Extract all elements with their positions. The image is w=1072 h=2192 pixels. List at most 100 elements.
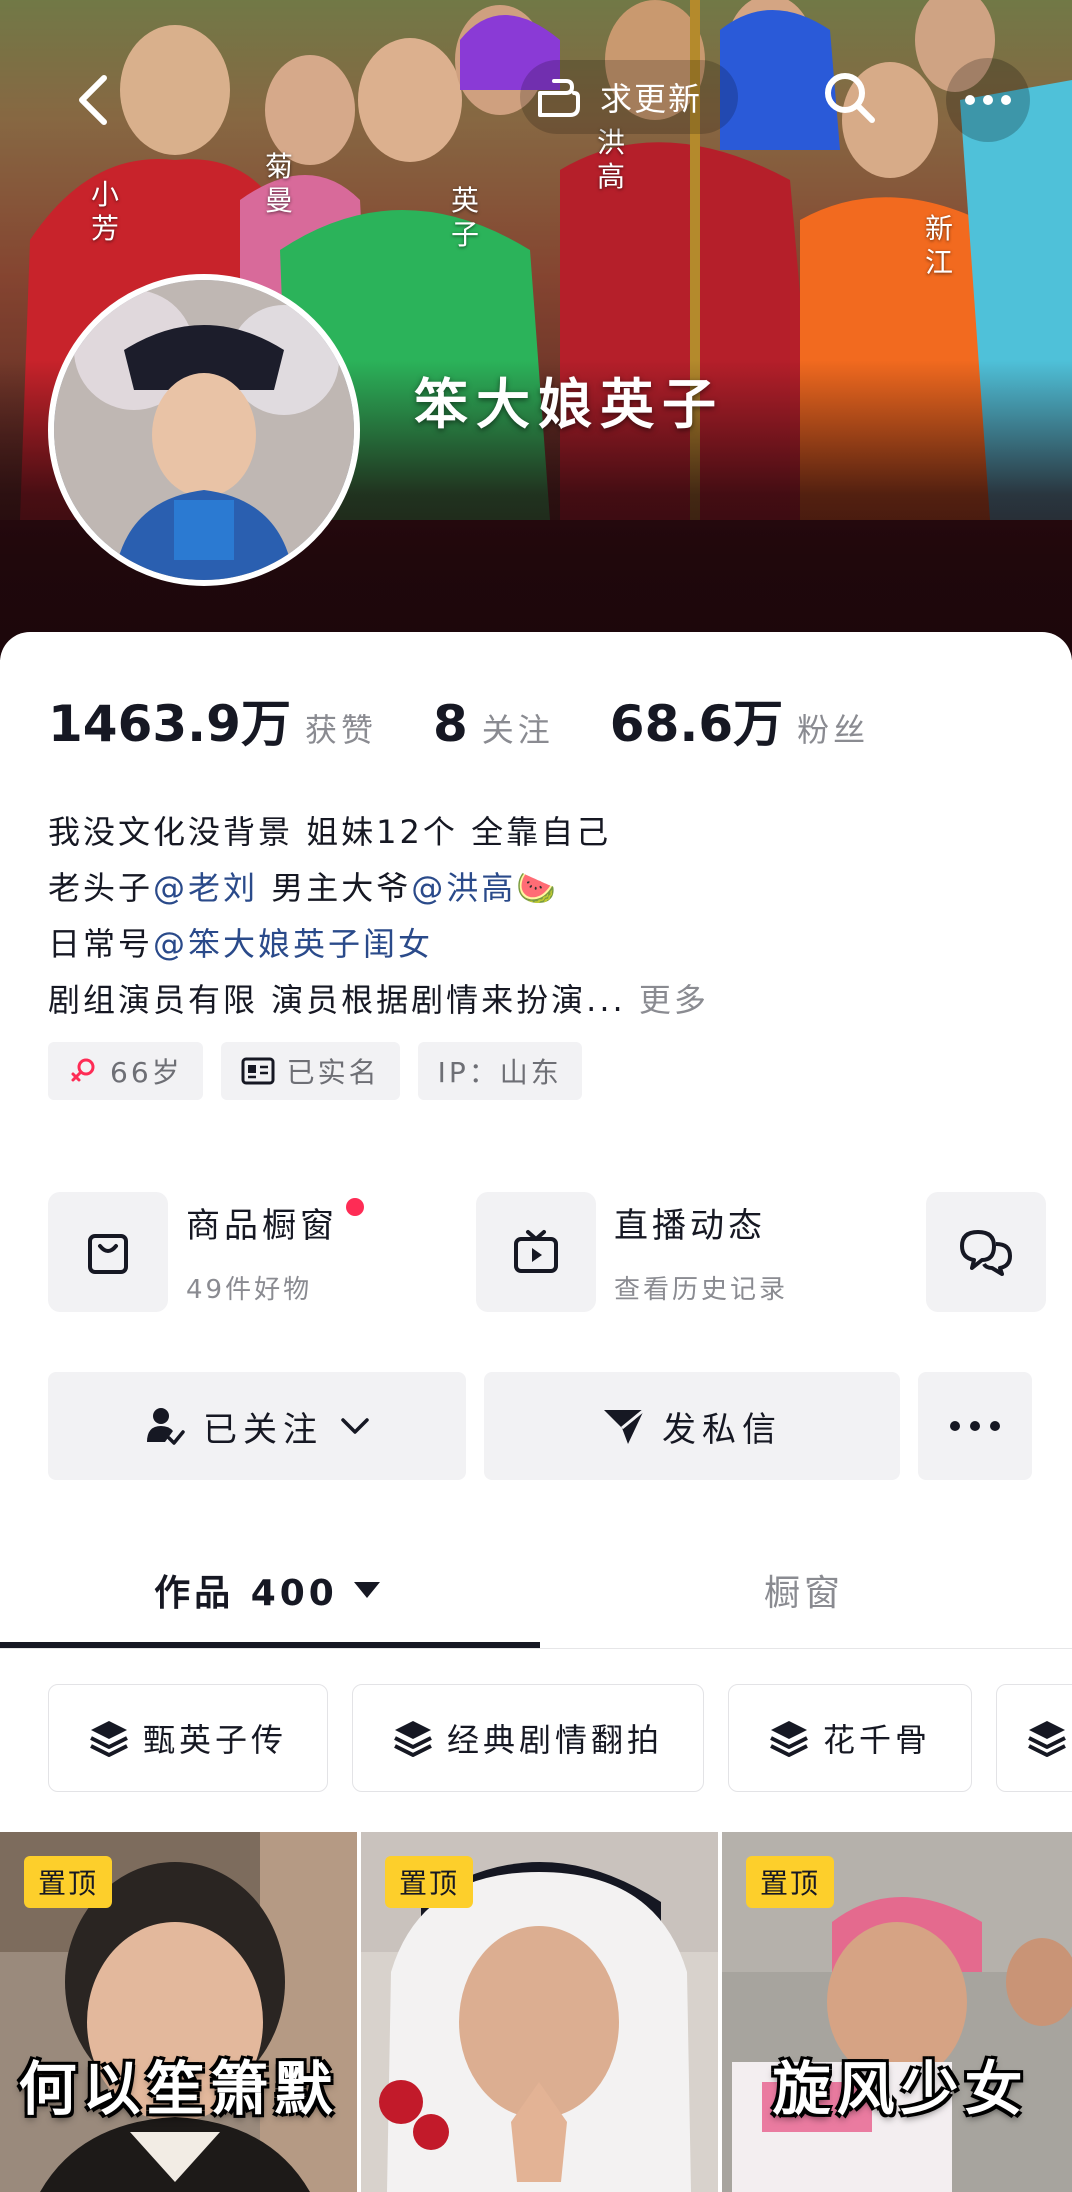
chevron-left-icon: [79, 75, 107, 125]
live-title: 直播动态: [614, 1206, 766, 1246]
shop-icon-box: [48, 1192, 168, 1312]
shop-subtitle: 49件好物: [186, 1275, 313, 1305]
following-label[interactable]: 关注: [482, 705, 554, 751]
caret-down-icon: [353, 1582, 380, 1598]
avatar[interactable]: [48, 274, 360, 586]
back-button[interactable]: [70, 70, 120, 130]
more-actions-button[interactable]: [918, 1372, 1032, 1480]
bio-text: 男主大爷: [258, 869, 412, 907]
nickname: 笨大娘英子: [414, 373, 724, 436]
age-tag: 66岁: [48, 1042, 203, 1100]
followers-label[interactable]: 粉丝: [797, 705, 869, 751]
chevron-down-icon: [341, 1418, 369, 1434]
content-tabs: 作品 400 橱窗: [0, 1532, 1072, 1652]
request-update-label: 求更新: [600, 80, 703, 118]
collection-label: 经典剧情翻拍: [447, 1721, 664, 1759]
mention-link[interactable]: @笨大娘英子闺女: [153, 925, 433, 963]
mention-link[interactable]: @洪高: [411, 869, 516, 907]
video-thumbnail[interactable]: 置顶 何以笙箫默: [0, 1832, 357, 2192]
cover-label: 小芳: [90, 178, 119, 245]
layers-icon: [90, 1721, 128, 1757]
age-text: 66岁: [110, 1056, 183, 1089]
live-text: 直播动态 查看历史记录: [614, 1198, 788, 1306]
collection-label: 甄英子传: [143, 1721, 288, 1759]
verified-tag: 已实名: [220, 1042, 400, 1100]
divider: [0, 1648, 1072, 1649]
shop-text: 商品橱窗 49件好物: [186, 1198, 364, 1306]
profile-card: 1463.9万 获赞 8 关注 68.6万 粉丝 我没文化没背景 姐妹12个 全…: [0, 632, 1072, 2192]
search-icon: [825, 73, 875, 123]
bio: 我没文化没背景 姐妹12个 全靠自己 老头子@老刘 男主大爷@洪高🍉 日常号@笨…: [48, 804, 709, 1028]
pinned-badge: 置顶: [24, 1856, 113, 1908]
video-thumbnail[interactable]: 置顶 旋风少女: [722, 1832, 1072, 2192]
bio-line: 剧组演员有限 演员根据剧情来扮演... 更多: [48, 972, 709, 1028]
followed-label: 已关注: [203, 1409, 323, 1450]
bio-more-link[interactable]: 更多: [639, 981, 709, 1019]
pinned-badge: 置顶: [385, 1856, 474, 1908]
layers-icon: [770, 1721, 808, 1757]
cover-label: 英子: [450, 184, 479, 251]
profile-cover: 小芳 菊曼 英子 洪高 新江 求更新 笨大娘英子: [0, 0, 1072, 660]
bio-line: 我没文化没背景 姐妹12个 全靠自己: [48, 813, 612, 851]
layers-icon: [1028, 1721, 1066, 1757]
hand-point-icon: [538, 79, 580, 117]
live-icon-box: [476, 1192, 596, 1312]
collection-chip[interactable]: 花千骨: [728, 1684, 973, 1792]
tab-works[interactable]: 作品 400: [0, 1532, 536, 1648]
send-message-label: 发私信: [662, 1409, 782, 1450]
request-update-button[interactable]: 求更新: [520, 60, 738, 134]
group-chat-button[interactable]: [926, 1192, 1046, 1312]
followed-button[interactable]: 已关注: [48, 1372, 466, 1480]
bio-line: 日常号@笨大娘英子闺女: [48, 916, 709, 972]
ellipsis-dot: [983, 95, 993, 105]
cover-label: 洪高: [596, 126, 625, 193]
ellipsis-dot: [950, 1421, 960, 1431]
layers-icon: [394, 1721, 432, 1757]
send-icon: [604, 1408, 645, 1444]
likes-label: 获赞: [304, 711, 377, 749]
mention-link[interactable]: @老刘: [153, 869, 258, 907]
shop-title-row: 商品橱窗: [186, 1198, 364, 1247]
collection-chip[interactable]: 甄英子传: [48, 1684, 329, 1792]
ellipsis-dot: [990, 1421, 1000, 1431]
following-count[interactable]: 8: [433, 695, 468, 753]
bio-text: 剧组演员有限 演员根据剧情来扮演...: [48, 981, 626, 1019]
user-check-icon: [147, 1408, 185, 1445]
cover-label: 新江: [924, 212, 953, 279]
tv-icon: [514, 1230, 558, 1273]
ellipsis-icon: [950, 1421, 1000, 1431]
ellipsis-icon: [965, 95, 975, 105]
stats-row: 1463.9万 获赞 8 关注 68.6万 粉丝: [48, 684, 925, 756]
collection-label: 花千骨: [823, 1721, 932, 1759]
verified-text: 已实名: [286, 1056, 380, 1089]
pinned-badge: 置顶: [746, 1856, 835, 1908]
send-message-button[interactable]: 发私信: [484, 1372, 900, 1480]
watermelon-emoji: 🍉: [516, 869, 560, 907]
search-button[interactable]: [820, 68, 880, 128]
live-updates-entry[interactable]: 直播动态 查看历史记录: [476, 1192, 788, 1312]
collection-chip[interactable]: [996, 1684, 1072, 1792]
more-button[interactable]: [946, 58, 1030, 142]
likes-count: 1463.9万: [48, 695, 291, 753]
profile-tags: 66岁 已实名 IP：山东: [48, 1042, 582, 1100]
ellipsis-dot: [1001, 95, 1011, 105]
cover-label: 菊曼: [264, 150, 293, 217]
shop-window-entry[interactable]: 商品橱窗 49件好物: [48, 1192, 364, 1312]
bio-text: 老头子: [48, 869, 154, 907]
tab-shop-window[interactable]: 橱窗: [536, 1532, 1072, 1648]
avatar-photo: [54, 280, 354, 580]
ellipsis-dot: [970, 1421, 980, 1431]
followers-count[interactable]: 68.6万: [610, 684, 783, 756]
shop-title: 商品橱窗: [186, 1206, 338, 1246]
bio-text: 日常号: [48, 925, 154, 963]
group-chat-icon: [960, 1230, 1012, 1276]
video-thumbnail[interactable]: 置顶: [361, 1832, 718, 2192]
notification-dot: [346, 1198, 364, 1216]
ip-tag: IP：山东: [417, 1042, 582, 1100]
video-caption: 何以笙箫默: [18, 2055, 339, 2123]
collections-row: 甄英子传 经典剧情翻拍 花千骨: [48, 1684, 1072, 1792]
bio-line: 老头子@老刘 男主大爷@洪高🍉: [48, 860, 709, 916]
video-grid: 置顶 何以笙箫默 置顶 置顶 旋风少女: [0, 1832, 1072, 2192]
video-caption: 旋风少女: [772, 2055, 1029, 2123]
collection-chip[interactable]: 经典剧情翻拍: [352, 1684, 705, 1792]
